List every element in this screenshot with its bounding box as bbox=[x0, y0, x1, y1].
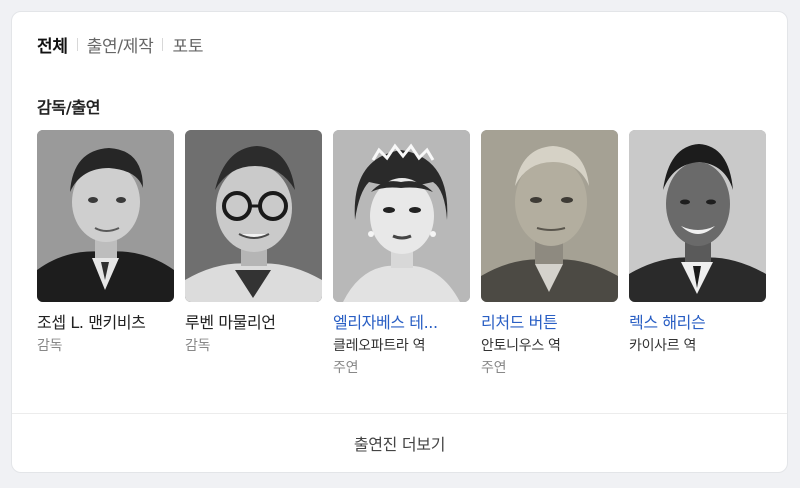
person-name[interactable]: 루벤 마물리언 bbox=[185, 311, 322, 335]
portrait-woman-tiara-icon bbox=[333, 130, 470, 302]
person-type: 주연 bbox=[481, 360, 507, 376]
section-title: 감독/출연 bbox=[37, 98, 101, 117]
person-card: 렉스 해리슨 카이사르 역 bbox=[629, 130, 766, 379]
person-role: 안토니우스 역 bbox=[481, 338, 561, 354]
portrait-man-older-icon bbox=[481, 130, 618, 302]
person-photo[interactable] bbox=[481, 130, 618, 302]
person-type: 주연 bbox=[333, 360, 359, 376]
tab-all[interactable]: 전체 bbox=[37, 32, 68, 57]
portrait-man-glasses-icon bbox=[185, 130, 322, 302]
person-role: 카이사르 역 bbox=[629, 338, 697, 354]
tab-cast-crew[interactable]: 출연/제작 bbox=[87, 32, 154, 57]
person-name[interactable]: 조셉 L. 맨키비츠 bbox=[37, 311, 174, 335]
person-photo[interactable] bbox=[333, 130, 470, 302]
person-type: 감독 bbox=[37, 338, 63, 354]
person-name-link[interactable]: 엘리자베스 테... bbox=[333, 311, 470, 335]
person-card: 리처드 버튼 안토니우스 역 주연 bbox=[481, 130, 618, 379]
more-cast-button[interactable]: 출연진 더보기 bbox=[12, 414, 787, 472]
person-photo[interactable] bbox=[629, 130, 766, 302]
person-type: 감독 bbox=[185, 338, 211, 354]
person-card: 엘리자베스 테... 클레오파트라 역 주연 bbox=[333, 130, 470, 379]
portrait-man-suit-icon bbox=[37, 130, 174, 302]
person-name-link[interactable]: 렉스 해리슨 bbox=[629, 311, 766, 335]
person-role: 클레오파트라 역 bbox=[333, 338, 426, 354]
tab-divider bbox=[162, 37, 164, 51]
tab-divider bbox=[76, 37, 78, 51]
person-card: 조셉 L. 맨키비츠 감독 bbox=[37, 130, 174, 379]
person-name-link[interactable]: 리처드 버튼 bbox=[481, 311, 618, 335]
cast-card: 전체 출연/제작 포토 감독/출연 조셉 L. 맨키비츠 감독 루벤 마물리언 … bbox=[11, 11, 788, 473]
tab-photo[interactable]: 포토 bbox=[172, 32, 203, 57]
tab-bar: 전체 출연/제작 포토 bbox=[37, 32, 203, 57]
person-photo[interactable] bbox=[37, 130, 174, 302]
people-list: 조셉 L. 맨키비츠 감독 루벤 마물리언 감독 엘리자베스 테... 클레오파… bbox=[37, 130, 766, 379]
portrait-man-smiling-icon bbox=[629, 130, 766, 302]
person-photo[interactable] bbox=[185, 130, 322, 302]
person-card: 루벤 마물리언 감독 bbox=[185, 130, 322, 379]
